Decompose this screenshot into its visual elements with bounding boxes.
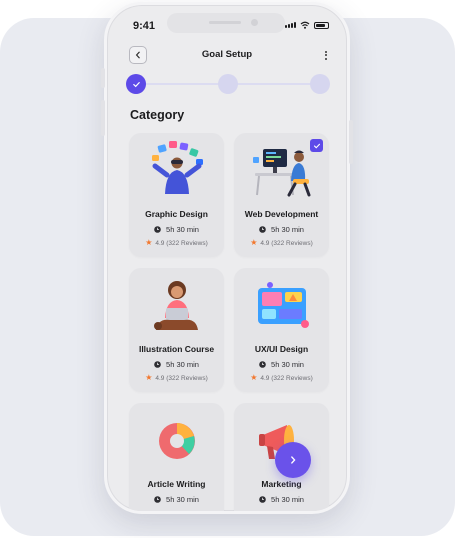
status-icons bbox=[285, 21, 329, 29]
signal-icon bbox=[285, 22, 296, 28]
star-icon: ★ bbox=[145, 238, 153, 247]
clock-icon bbox=[154, 496, 161, 503]
volume-up-button bbox=[101, 100, 105, 136]
duration: 5h 30 min bbox=[234, 495, 329, 504]
clock-icon bbox=[259, 226, 266, 233]
ux-ui-design-illustration bbox=[234, 274, 329, 340]
rating-text: 4.9 (322 Reviews) bbox=[260, 239, 313, 247]
clock-icon bbox=[154, 361, 161, 368]
article-writing-illustration bbox=[129, 409, 224, 475]
next-button[interactable] bbox=[275, 442, 311, 478]
battery-icon bbox=[314, 21, 329, 29]
category-card-ux-ui-design[interactable]: UX/UI Design 5h 30 min ★ 4.9 (322 Review… bbox=[234, 268, 329, 392]
web-development-illustration bbox=[234, 139, 329, 205]
category-name: Graphic Design bbox=[145, 209, 208, 219]
notch bbox=[167, 13, 285, 33]
category-name: Illustration Course bbox=[138, 344, 215, 354]
category-name: UX/UI Design bbox=[254, 344, 309, 354]
star-icon: ★ bbox=[250, 238, 258, 247]
power-button bbox=[349, 120, 353, 164]
step-2[interactable] bbox=[218, 74, 238, 94]
illustration-course-illustration bbox=[129, 274, 224, 340]
category-card-article-writing[interactable]: Article Writing 5h 30 min bbox=[129, 403, 224, 511]
category-name: Article Writing bbox=[147, 479, 206, 489]
rating: ★ 4.9 (322 Reviews) bbox=[234, 374, 329, 382]
duration: 5h 30 min bbox=[234, 225, 329, 234]
duration-text: 5h 30 min bbox=[166, 360, 199, 369]
duration: 5h 30 min bbox=[129, 495, 224, 504]
wifi-icon bbox=[300, 21, 310, 29]
rating: ★ 4.9 (322 Reviews) bbox=[129, 239, 224, 247]
duration-text: 5h 30 min bbox=[166, 225, 199, 234]
clock-icon bbox=[259, 496, 266, 503]
duration-text: 5h 30 min bbox=[166, 495, 199, 504]
chevron-right-icon bbox=[291, 456, 296, 464]
duration: 5h 30 min bbox=[129, 225, 224, 234]
check-icon bbox=[132, 81, 140, 87]
duration-text: 5h 30 min bbox=[271, 360, 304, 369]
duration: 5h 30 min bbox=[234, 360, 329, 369]
phone-screen: 9:41 Goal Setup Category Graphic Design … bbox=[104, 2, 350, 514]
step-3[interactable] bbox=[310, 74, 330, 94]
category-card-illustration-course[interactable]: Illustration Course 5h 30 min ★ 4.9 (322… bbox=[129, 268, 224, 392]
header: Goal Setup bbox=[107, 45, 347, 69]
category-card-graphic-design[interactable]: Graphic Design 5h 30 min ★ 4.9 (322 Revi… bbox=[129, 133, 224, 257]
rating: ★ 4.9 (322 Reviews) bbox=[234, 239, 329, 247]
section-title: Category bbox=[130, 108, 185, 122]
star-icon: ★ bbox=[250, 373, 258, 382]
more-vertical-icon bbox=[325, 50, 327, 53]
rating-text: 4.9 (322 Reviews) bbox=[155, 374, 208, 382]
duration: 5h 30 min bbox=[129, 360, 224, 369]
graphic-design-illustration bbox=[129, 139, 224, 205]
page-title: Goal Setup bbox=[201, 49, 253, 60]
step-1[interactable] bbox=[126, 74, 146, 94]
clock-icon bbox=[154, 226, 161, 233]
progress-stepper bbox=[126, 73, 330, 97]
status-bar: 9:41 bbox=[107, 5, 347, 45]
rating-text: 4.9 (322 Reviews) bbox=[155, 239, 208, 247]
clock-icon bbox=[259, 361, 266, 368]
status-time: 9:41 bbox=[133, 20, 156, 32]
mute-switch bbox=[101, 68, 105, 88]
category-name: Web Development bbox=[244, 209, 319, 219]
more-options-button[interactable] bbox=[321, 49, 331, 61]
duration-text: 5h 30 min bbox=[271, 225, 304, 234]
category-card-web-development[interactable]: Web Development 5h 30 min ★ 4.9 (322 Rev… bbox=[234, 133, 329, 257]
rating-text: 4.9 (322 Reviews) bbox=[260, 374, 313, 382]
rating: ★ 4.9 (322 Reviews) bbox=[129, 374, 224, 382]
category-name: Marketing bbox=[261, 479, 302, 489]
duration-text: 5h 30 min bbox=[271, 495, 304, 504]
camera bbox=[251, 19, 258, 26]
speaker bbox=[209, 21, 241, 24]
star-icon: ★ bbox=[145, 373, 153, 382]
